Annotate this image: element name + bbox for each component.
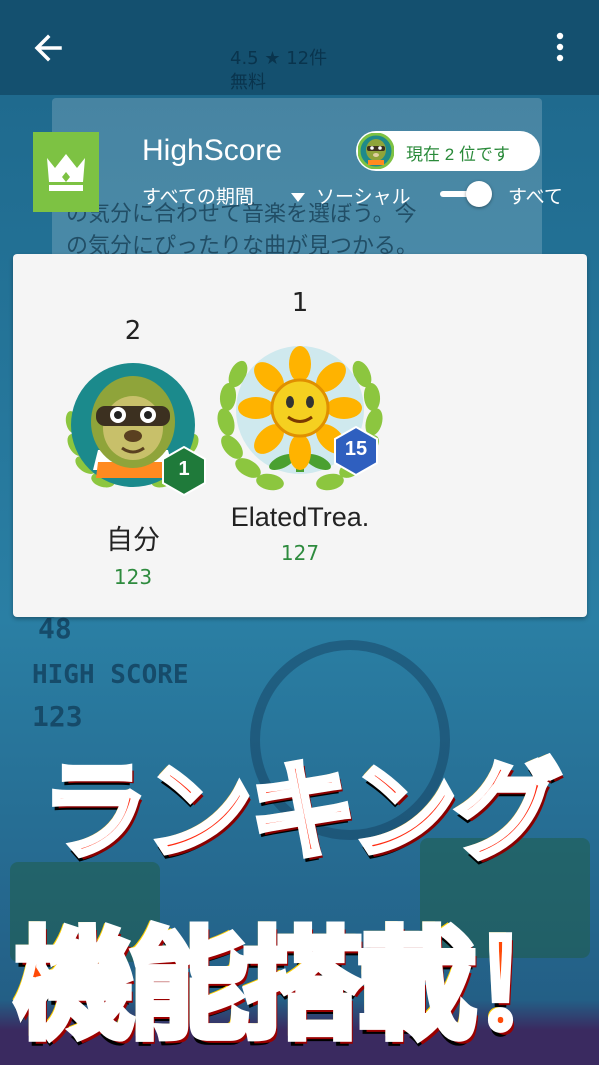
leaderboard-entry[interactable]: 1 15 ElatedTrea. 127 — [210, 288, 390, 565]
app-bar — [0, 0, 599, 95]
level-badge: 15 — [334, 425, 378, 477]
crown-icon — [33, 132, 99, 212]
filter-all-label: すべて — [508, 186, 563, 208]
social-all-toggle[interactable] — [440, 178, 496, 210]
leaderboard-title: HighScore — [142, 134, 283, 167]
leaderboard-card: 2 1 自分 123 1 15 ElatedTrea. 127 — [13, 254, 587, 617]
period-selector[interactable]: すべての期間 — [142, 182, 254, 209]
level-badge-value: 1 — [178, 458, 190, 480]
filter-social-label: ソーシャル — [316, 186, 411, 208]
toggle-knob — [466, 181, 492, 207]
level-badge-value: 15 — [344, 438, 368, 460]
promo-subheadline: 機能搭載！ — [12, 914, 594, 1059]
entry-name: 自分 — [106, 525, 160, 555]
rank-status-pill: 現在 2 位です — [356, 131, 540, 171]
rank-status-text: 現在 2 位です — [406, 145, 510, 164]
arrow-back-icon[interactable] — [26, 26, 70, 70]
entry-rank: 2 — [124, 316, 142, 346]
entry-score: 127 — [280, 541, 320, 565]
sloth-avatar: 1 — [58, 350, 208, 500]
promo-headline: ランキング — [39, 748, 565, 878]
leaderboard-entry[interactable]: 2 1 自分 123 — [43, 316, 223, 589]
sloth-avatar-icon — [357, 132, 395, 170]
more-vert-icon[interactable] — [545, 28, 575, 68]
entry-name: ElatedTrea. — [230, 502, 370, 532]
sunflower-avatar: 15 — [210, 322, 390, 502]
dropdown-arrow-icon[interactable] — [291, 188, 305, 202]
background-score-label: HIGH SCORE — [32, 660, 189, 690]
entry-score: 123 — [113, 565, 153, 589]
level-badge: 1 — [162, 445, 206, 497]
entry-rank: 1 — [291, 288, 309, 318]
